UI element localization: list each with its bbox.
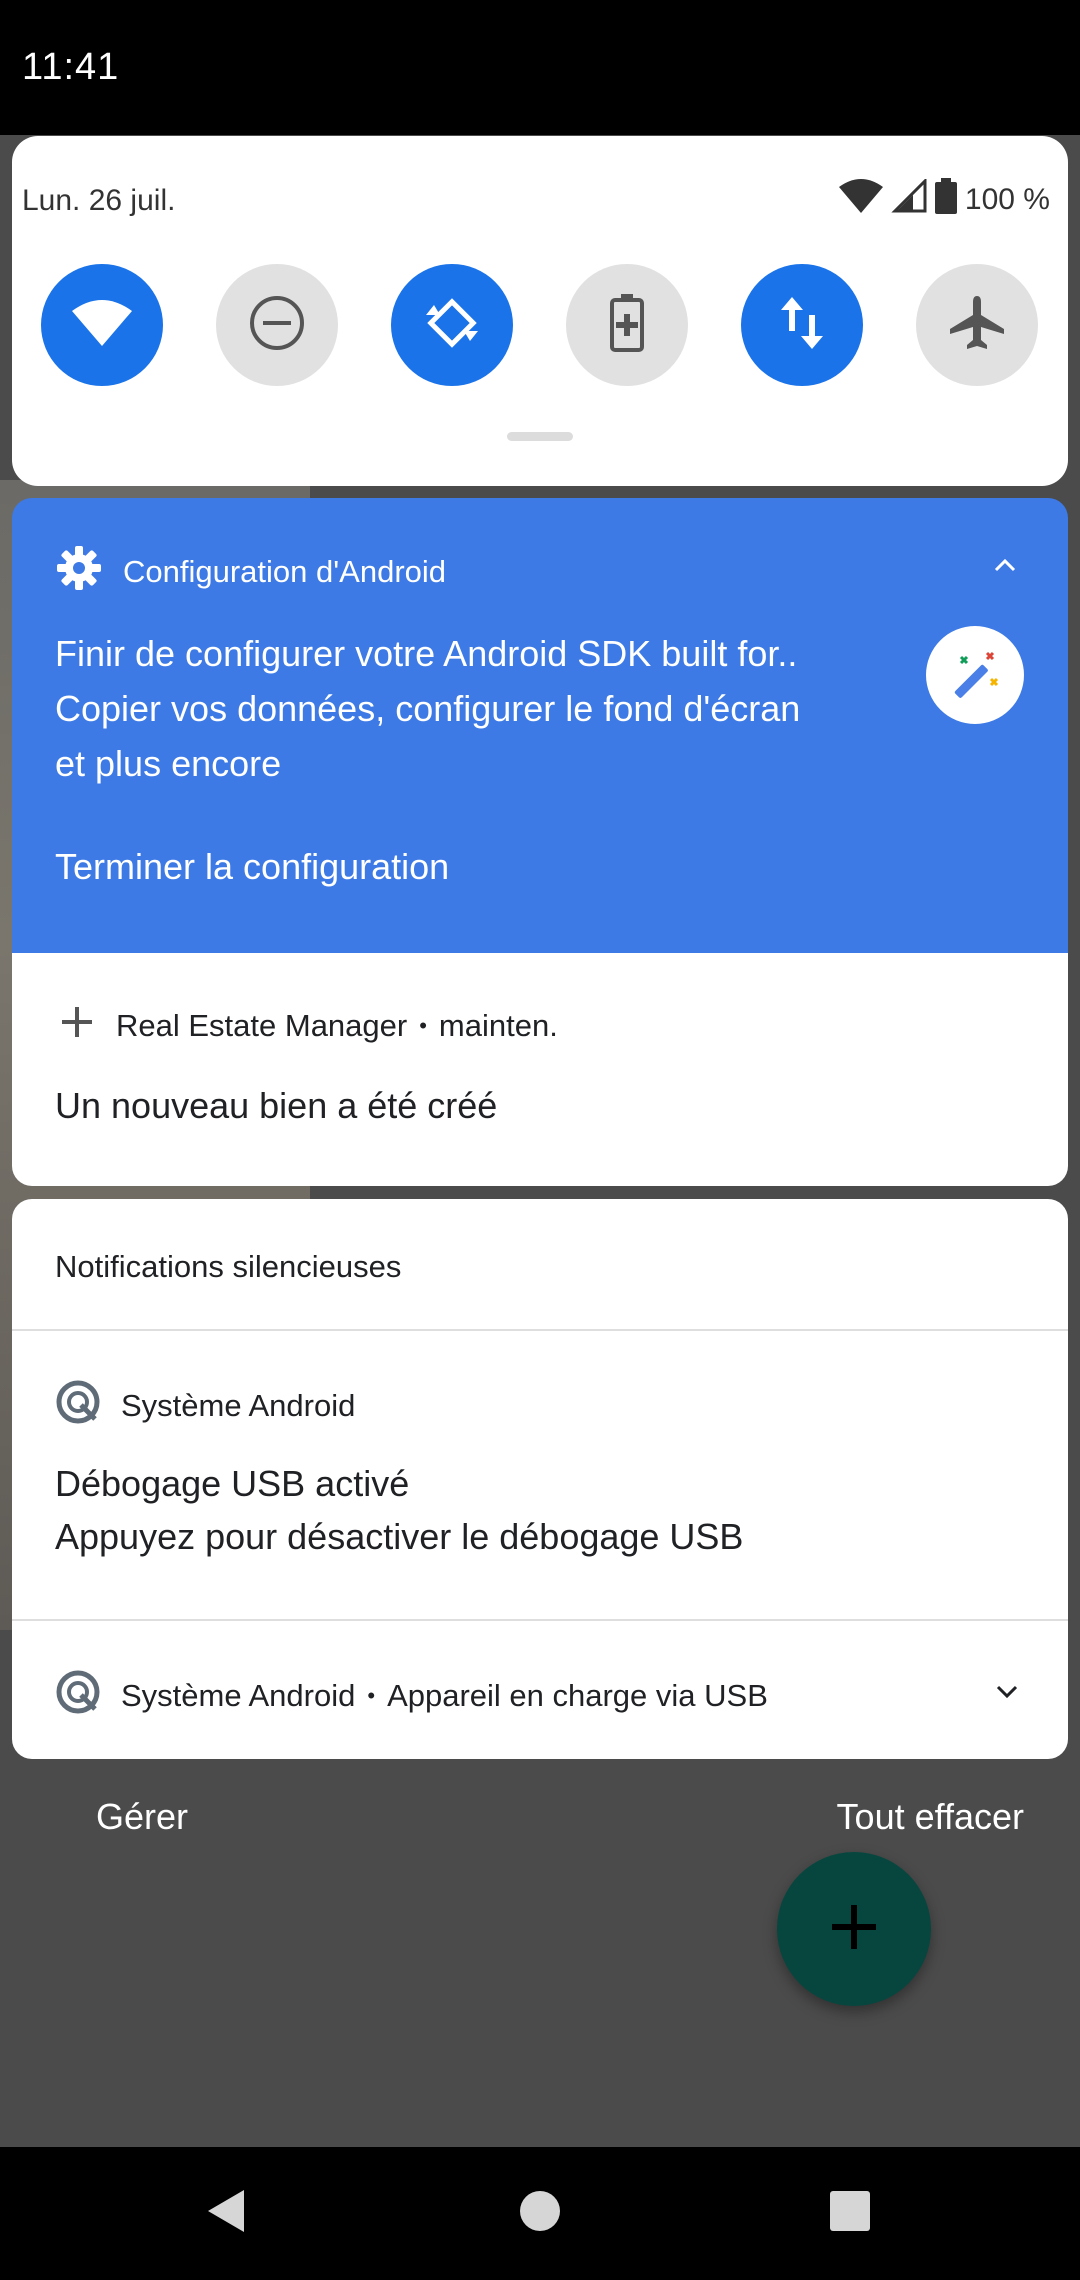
wifi-signal-icon [838, 179, 883, 221]
notification-text: Appareil en charge via USB [387, 1678, 768, 1713]
separator-dot: • [367, 1683, 376, 1708]
divider [12, 1329, 1068, 1331]
notification-app-name: Real Estate Manager [116, 1008, 408, 1043]
tile-battery-saver[interactable] [566, 264, 688, 386]
notification-app-name: Système Android [121, 1388, 356, 1423]
rotate-icon [422, 293, 482, 358]
add-fab-button[interactable] [777, 1852, 931, 2006]
battery-plus-icon [609, 293, 645, 357]
navigation-bar [0, 2147, 1080, 2280]
notification-line: Copier vos données, configurer le fond d… [55, 688, 801, 729]
notification-line: et plus encore [55, 743, 282, 784]
notification-body: Débogage USB activé Appuyez pour désacti… [55, 1457, 743, 1563]
recents-square-icon [829, 2190, 871, 2237]
status-time: 11:41 [22, 46, 120, 88]
minus-circle-icon [248, 294, 306, 357]
airplane-icon [948, 294, 1006, 357]
notification-header: Système Android • Appareil en charge via… [55, 1669, 768, 1723]
battery-percent: 100 % [964, 183, 1050, 216]
notification-time: mainten. [438, 1008, 558, 1043]
plus-icon [832, 1904, 876, 1954]
notification-line: Finir de configurer votre Android SDK bu… [55, 633, 798, 674]
clear-all-button[interactable]: Tout effacer [837, 1796, 1024, 1838]
notification-text: Appuyez pour désactiver le débogage USB [55, 1516, 744, 1557]
tile-wifi[interactable] [41, 264, 163, 386]
notification-app-name: Configuration d'Android [123, 554, 447, 589]
magic-wand-icon [926, 626, 1024, 724]
silent-notifications-title: Notifications silencieuses [55, 1249, 402, 1284]
back-triangle-icon [206, 2188, 246, 2239]
tile-mobile-data[interactable] [741, 264, 863, 386]
separator-dot: • [419, 1013, 427, 1038]
cell-signal-icon [891, 177, 927, 221]
data-arrows-icon [779, 296, 825, 354]
notification-text: Un nouveau bien a été créé [55, 1085, 498, 1126]
notification-actions: Gérer Tout effacer [0, 1790, 1080, 1850]
notification-header: Real Estate Manager • mainten. [62, 1007, 558, 1045]
qs-drag-handle[interactable] [507, 432, 573, 441]
wifi-icon [72, 299, 132, 351]
tile-do-not-disturb[interactable] [216, 264, 338, 386]
gear-icon [57, 546, 101, 598]
status-bar: 11:41 [0, 0, 1080, 135]
notification-header: Système Android [55, 1379, 355, 1433]
divider [12, 1619, 1068, 1621]
plus-icon [62, 1007, 92, 1045]
notification-app-name: Système Android [121, 1678, 356, 1713]
recents-button[interactable] [790, 2147, 910, 2280]
android-system-icon [55, 1379, 101, 1433]
notification-body: Finir de configurer votre Android SDK bu… [55, 626, 895, 791]
back-button[interactable] [166, 2147, 286, 2280]
qs-date[interactable]: Lun. 26 juil. [22, 184, 175, 218]
tile-airplane-mode[interactable] [916, 264, 1038, 386]
notification-header: Configuration d'Android [57, 546, 446, 598]
notification-android-setup[interactable]: Configuration d'Android Finir de configu… [12, 498, 1068, 953]
home-circle-icon [518, 2189, 562, 2238]
android-system-icon [55, 1669, 101, 1723]
notification-title: Débogage USB activé [55, 1463, 410, 1504]
chevron-down-icon[interactable] [996, 1685, 1018, 1704]
qs-status-icons: 100 % [838, 177, 1050, 222]
manage-button[interactable]: Gérer [96, 1796, 188, 1838]
quick-settings-panel[interactable]: Lun. 26 juil. 100 % [12, 136, 1068, 486]
chevron-up-icon[interactable] [994, 558, 1016, 577]
qs-tiles [41, 264, 1051, 386]
finish-setup-button[interactable]: Terminer la configuration [55, 846, 449, 888]
silent-notifications-group: Notifications silencieuses Système Andro… [12, 1199, 1068, 1759]
home-button[interactable] [480, 2147, 600, 2280]
tile-auto-rotate[interactable] [391, 264, 513, 386]
notification-real-estate-manager[interactable]: Real Estate Manager • mainten. Un nouvea… [12, 953, 1068, 1186]
battery-icon [934, 178, 957, 222]
